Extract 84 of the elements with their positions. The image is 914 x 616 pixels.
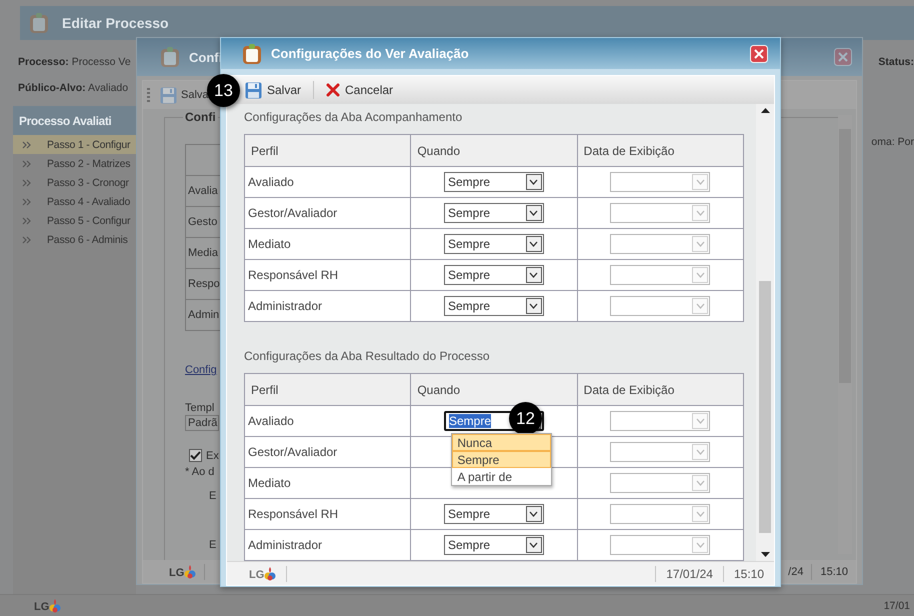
template-field[interactable]: Padrã (185, 415, 219, 431)
language-label: oma: (871, 136, 895, 148)
logo-text: LG (249, 569, 264, 581)
table-cell: Responsável RH (244, 498, 411, 530)
chevron-down-icon[interactable] (529, 272, 538, 278)
chevron-down-icon[interactable] (529, 542, 538, 548)
table-cell: Administrador (244, 530, 411, 560)
flame-logo-icon (264, 566, 276, 581)
save-button[interactable]: Salvar (241, 80, 306, 100)
clipboard-icon (241, 42, 263, 64)
dropdown-field[interactable]: Sempre (444, 535, 544, 555)
save-icon (245, 82, 262, 98)
scrollbar[interactable] (756, 104, 774, 561)
dropdown-field[interactable]: Sempre (444, 234, 544, 254)
table-cell: Mediato (244, 468, 411, 498)
close-icon[interactable] (834, 48, 852, 66)
status-label: Status: (878, 56, 914, 68)
dropdown-field[interactable]: Sempre (444, 265, 544, 285)
save-icon (160, 86, 177, 104)
flame-logo-icon (49, 598, 62, 613)
logo-text: LG (34, 601, 50, 613)
section-title: Configurações da Aba Resultado do Processo (244, 349, 490, 363)
dropdown-field[interactable]: Sempre (444, 203, 544, 223)
table-cell: Avaliado (244, 406, 411, 436)
footer-date: /24 (788, 566, 804, 578)
chevron-down-icon[interactable] (529, 179, 538, 185)
table-cell: Administrador (244, 290, 411, 322)
cancel-button[interactable]: Cancelar (322, 81, 398, 99)
language-value: Por (898, 136, 914, 148)
column-header: Quando (410, 374, 578, 406)
column-header: Perfil (244, 374, 411, 406)
scroll-down-icon[interactable] (760, 552, 770, 557)
config-link[interactable]: Config (185, 364, 217, 376)
table-cell: Gestor/Avaliador (244, 198, 411, 228)
column-header: Data de Exibição (577, 134, 744, 166)
column-header: Quando (410, 134, 578, 166)
flame-logo-icon (184, 564, 196, 579)
chevron-down-icon[interactable] (529, 511, 538, 517)
chevron-down-icon[interactable] (529, 241, 538, 247)
panel-header: Processo Avaliati (13, 106, 136, 135)
check-icon (190, 450, 201, 461)
chevron-icon (22, 216, 31, 224)
chevron-icon (22, 140, 31, 148)
field-label: E (209, 490, 216, 502)
table-cell: Responsável RH (244, 260, 411, 290)
note-text: * Ao d (185, 466, 214, 478)
clipboard-icon (159, 46, 181, 68)
step-item[interactable]: Passo 1 - Configur (13, 135, 136, 154)
checkbox[interactable] (189, 449, 202, 462)
group-legend: Confi (183, 110, 218, 124)
dropdown-option[interactable]: Nunca (452, 434, 552, 451)
template-label: Templ (185, 402, 214, 414)
table-cell: Gestor/Avaliador (244, 436, 411, 468)
chevron-down-icon[interactable] (529, 210, 538, 216)
chevron-icon (22, 160, 31, 168)
dropdown-option[interactable]: Sempre (452, 451, 552, 468)
table-cell: Mediato (244, 228, 411, 260)
grip-icon (147, 88, 150, 102)
section-title: Configurações da Aba Acompanhamento (244, 110, 464, 124)
table-cell: Avaliado (244, 166, 411, 198)
save-button[interactable]: Salva (160, 86, 209, 104)
field-text: Público-Alvo: Avaliado (18, 82, 128, 94)
dropdown-field[interactable]: Sempre (444, 296, 544, 316)
field-label: E (209, 539, 216, 551)
column-header: Data de Exibição (577, 374, 744, 406)
column-header: Perfil (244, 134, 411, 166)
clipboard-icon (28, 12, 50, 34)
chevron-icon (22, 236, 31, 244)
footer-date: 17/01 (884, 600, 910, 612)
cancel-icon (326, 83, 340, 97)
dialog-title: Configurações do Ver Avaliação (271, 46, 470, 61)
chevron-down-icon[interactable] (529, 303, 538, 309)
footer-date: 17/01/24 (666, 566, 713, 580)
footer-time: 15:10 (734, 566, 764, 580)
footer-time: 15:10 (820, 566, 848, 578)
chevron-icon (22, 178, 31, 186)
dropdown-field[interactable]: Sempre (444, 504, 544, 524)
close-icon[interactable] (750, 44, 768, 62)
logo-text: LG (169, 567, 184, 579)
chevron-icon (22, 198, 31, 206)
dropdown-field[interactable]: Sempre (444, 172, 544, 192)
page-title: Editar Processo (62, 15, 169, 31)
checkbox-label: Ex (206, 450, 219, 462)
field-text: Processo: Processo Ve (18, 56, 131, 68)
